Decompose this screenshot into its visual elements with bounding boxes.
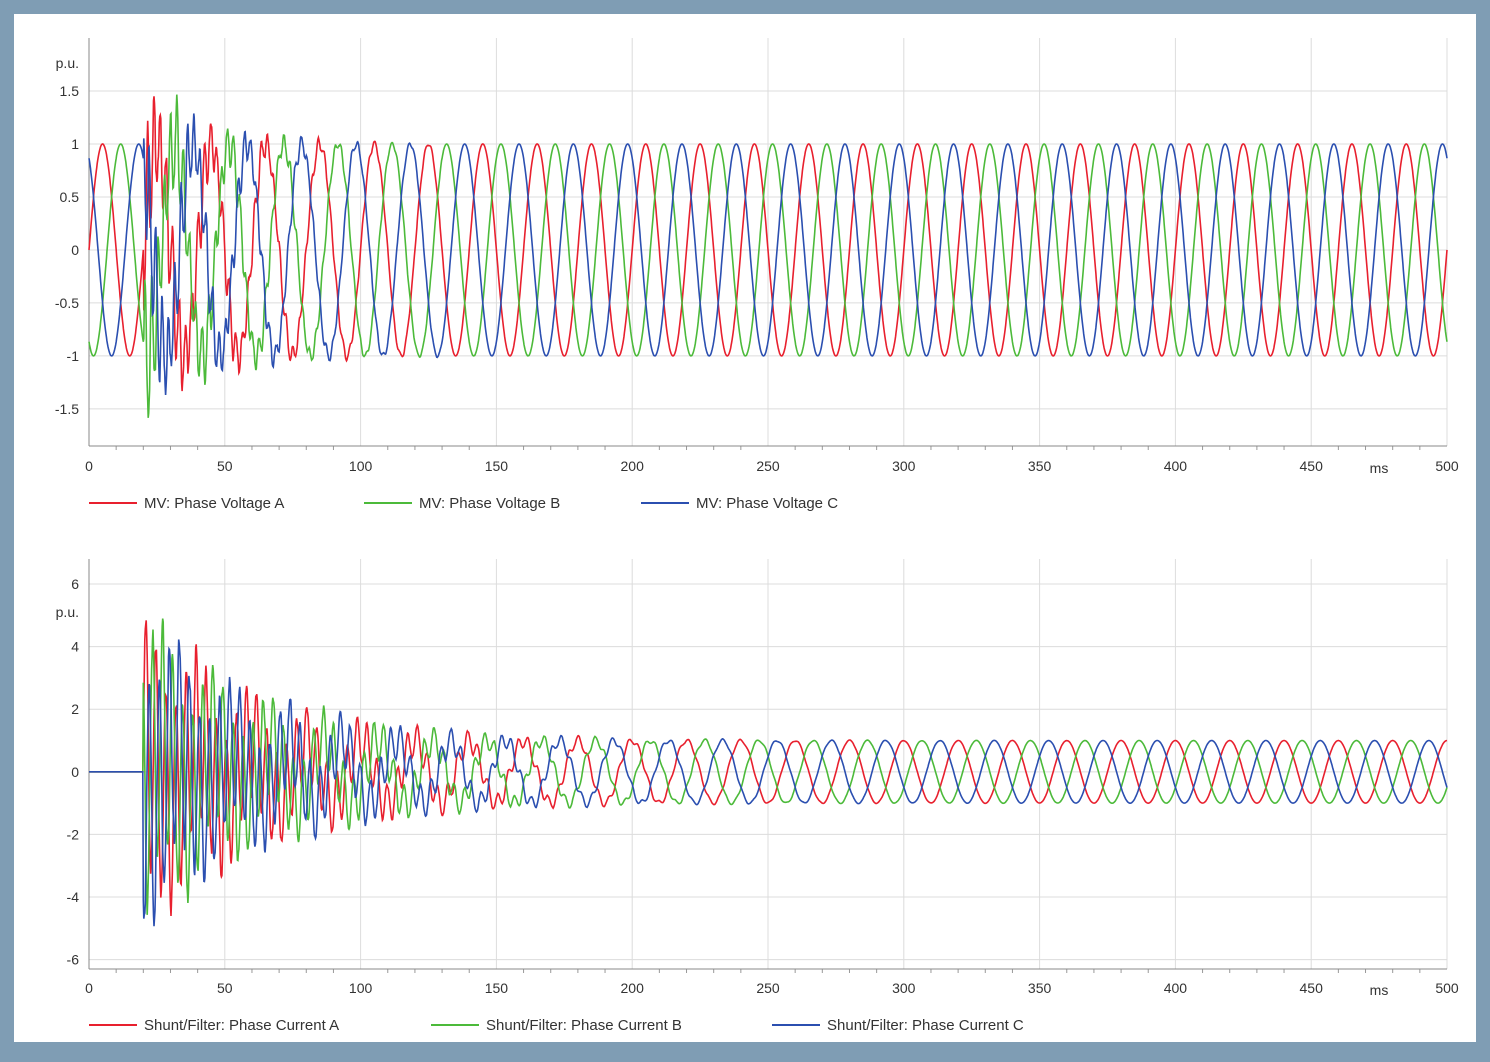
chart2-x-tick-label: 50 bbox=[217, 980, 233, 996]
chart1-legend-label-3: MV: Phase Voltage C bbox=[696, 495, 838, 512]
chart1-y-tick-label: 0.5 bbox=[60, 189, 80, 205]
chart2-y-tick-label: 0 bbox=[71, 764, 79, 780]
chart2-x-tick-label: 350 bbox=[1028, 980, 1052, 996]
chart2-legend-label-2: Shunt/Filter: Phase Current B bbox=[486, 1017, 682, 1034]
chart1-x-tick-label: 0 bbox=[85, 458, 93, 474]
chart2-y-axis-label: p.u. bbox=[56, 604, 79, 620]
chart2-x-tick-label: 300 bbox=[892, 980, 916, 996]
chart1-y-tick-label: 0 bbox=[71, 242, 79, 258]
chart2-x-tick-label: 200 bbox=[621, 980, 645, 996]
chart1-x-tick-label: 50 bbox=[217, 458, 233, 474]
chart1-x-tick-label: 200 bbox=[621, 458, 645, 474]
chart2-legend-label-3: Shunt/Filter: Phase Current C bbox=[827, 1017, 1024, 1034]
chart1-x-tick-label: 100 bbox=[349, 458, 373, 474]
chart1-x-axis-unit: ms bbox=[1370, 460, 1389, 476]
chart1-y-tick-label: -1.5 bbox=[55, 401, 79, 417]
chart2-x-tick-label: 100 bbox=[349, 980, 373, 996]
chart2-x-tick-label: 250 bbox=[756, 980, 780, 996]
chart1-x-tick-label: 150 bbox=[485, 458, 509, 474]
chart2-y-tick-label: 2 bbox=[71, 701, 79, 717]
chart1-y-tick-label: -0.5 bbox=[55, 295, 79, 311]
chart2-x-tick-label: 450 bbox=[1300, 980, 1324, 996]
chart1-legend-label-1: MV: Phase Voltage A bbox=[144, 495, 284, 512]
chart1-x-tick-label: 500 bbox=[1435, 458, 1459, 474]
chart2-x-tick-label: 0 bbox=[85, 980, 93, 996]
chart2-x-axis-unit: ms bbox=[1370, 982, 1389, 998]
chart2-y-tick-label: -6 bbox=[67, 952, 80, 968]
chart1-x-tick-label: 350 bbox=[1028, 458, 1052, 474]
chart2-x-tick-label: 400 bbox=[1164, 980, 1188, 996]
chart2-x-tick-label: 150 bbox=[485, 980, 509, 996]
chart1-y-axis-label: p.u. bbox=[56, 55, 79, 71]
chart2-y-tick-label: -4 bbox=[67, 889, 80, 905]
chart1-y-tick-label: 1.5 bbox=[60, 83, 80, 99]
chart2-y-tick-label: 4 bbox=[71, 639, 79, 655]
chart2-legend-label-1: Shunt/Filter: Phase Current A bbox=[144, 1017, 339, 1034]
chart1-legend-label-2: MV: Phase Voltage B bbox=[419, 495, 560, 512]
chart1-x-tick-label: 450 bbox=[1300, 458, 1324, 474]
chart1-y-tick-label: 1 bbox=[71, 136, 79, 152]
chart-canvas: 0 50 100 150 200 250 300 350 400 450 5001.510.50-0… bbox=[55, 38, 1459, 1034]
chart1-x-tick-label: 400 bbox=[1164, 458, 1188, 474]
chart1-x-tick-label: 300 bbox=[892, 458, 916, 474]
chart1-x-tick-label: 250 bbox=[756, 458, 780, 474]
chart2-y-tick-label: -2 bbox=[67, 826, 80, 842]
chart1-y-tick-label: -1 bbox=[67, 348, 80, 364]
chart-panel: 0 50 100 150 200 250 300 350 400 450 500 1.5 1 0.5 0 -0… bbox=[14, 14, 1476, 1042]
chart2-x-tick-label: 500 bbox=[1435, 980, 1459, 996]
chart2-y-tick-label: 6 bbox=[71, 576, 79, 592]
